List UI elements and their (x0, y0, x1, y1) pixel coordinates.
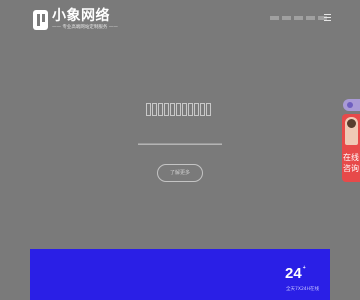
brand-tagline: —— 专业高端网站定制服务 —— (52, 25, 118, 30)
widget-toggle-icon[interactable] (343, 99, 360, 111)
hero-divider (138, 143, 222, 145)
online-consult-label: 在线咨询 (343, 153, 359, 173)
hamburger-menu-icon[interactable] (324, 14, 331, 21)
stat-number-value: 24 (285, 265, 302, 282)
learn-more-button[interactable]: 了解更多 (157, 164, 203, 182)
brand-text: 小象网络 —— 专业高端网站定制服务 —— (52, 9, 118, 31)
nav-item[interactable] (294, 16, 303, 20)
nav-item[interactable] (270, 16, 279, 20)
page: 小象网络 —— 专业高端网站定制服务 —— 了解更多 在线咨询 24+ 全天7X… (0, 0, 360, 300)
stats-band: 24+ 全天7X24H在线 (30, 249, 330, 300)
stat-number-suffix: + (302, 265, 306, 271)
brand-title: 小象网络 (52, 8, 110, 24)
brand-logo[interactable]: 小象网络 —— 专业高端网站定制服务 —— (33, 7, 118, 33)
elephant-logo-icon (33, 10, 48, 30)
nav-item[interactable] (282, 16, 291, 20)
avatar (345, 117, 358, 145)
nav-item[interactable] (306, 16, 315, 20)
hero-title (146, 103, 211, 119)
top-nav (270, 16, 327, 20)
online-consult-widget[interactable]: 在线咨询 (342, 114, 360, 182)
stat-number: 24+ (285, 265, 306, 282)
stat-caption: 全天7X24H在线 (286, 287, 320, 292)
